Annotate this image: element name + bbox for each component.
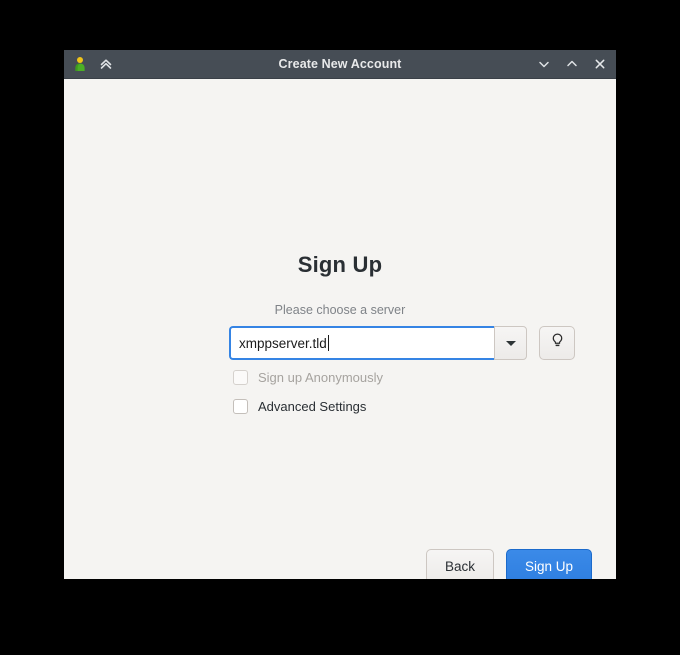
server-info-button[interactable] bbox=[539, 326, 575, 360]
server-input[interactable]: xmppserver.tld bbox=[229, 326, 494, 360]
signup-content-area: Sign Up Please choose a server xmppserve… bbox=[64, 79, 616, 579]
close-button[interactable] bbox=[592, 56, 608, 72]
checkbox-row-advanced-settings[interactable]: Advanced Settings bbox=[233, 399, 366, 414]
server-combobox[interactable]: xmppserver.tld bbox=[229, 326, 527, 360]
checkbox-advanced-settings[interactable] bbox=[233, 399, 248, 414]
text-cursor bbox=[327, 335, 329, 351]
minimize-button[interactable] bbox=[536, 56, 552, 72]
person-avatar-icon bbox=[72, 56, 88, 72]
maximize-button[interactable] bbox=[564, 56, 580, 72]
window-title: Create New Account bbox=[278, 57, 402, 71]
back-button[interactable]: Back bbox=[425, 549, 494, 579]
checkbox-label-advanced-settings: Advanced Settings bbox=[258, 399, 367, 414]
lightbulb-icon bbox=[549, 332, 566, 354]
checkbox-label-sign-up-anonymously: Sign up Anonymously bbox=[258, 370, 384, 385]
server-selection-row: xmppserver.tld bbox=[229, 326, 575, 360]
double-chevron-up-icon[interactable] bbox=[98, 56, 114, 72]
chevron-down-icon bbox=[505, 340, 516, 346]
window-titlebar[interactable]: Create New Account bbox=[64, 50, 616, 79]
checkbox-sign-up-anonymously bbox=[233, 370, 248, 385]
desktop-background: Create New Account Sign Up Please choose… bbox=[0, 0, 680, 655]
dialog-action-buttons: Back Sign Up bbox=[425, 549, 592, 579]
page-title: Sign Up bbox=[297, 252, 383, 277]
window-controls-group bbox=[536, 56, 608, 72]
page-subtitle: Please choose a server bbox=[274, 303, 406, 317]
server-dropdown-button[interactable] bbox=[494, 326, 527, 360]
checkbox-row-sign-up-anonymously[interactable]: Sign up Anonymously bbox=[233, 370, 383, 385]
server-input-value: xmppserver.tld bbox=[239, 335, 327, 351]
sign-up-button[interactable]: Sign Up bbox=[505, 549, 592, 579]
titlebar-left-group bbox=[72, 56, 114, 72]
create-new-account-window: Create New Account Sign Up Please choose… bbox=[64, 50, 616, 579]
